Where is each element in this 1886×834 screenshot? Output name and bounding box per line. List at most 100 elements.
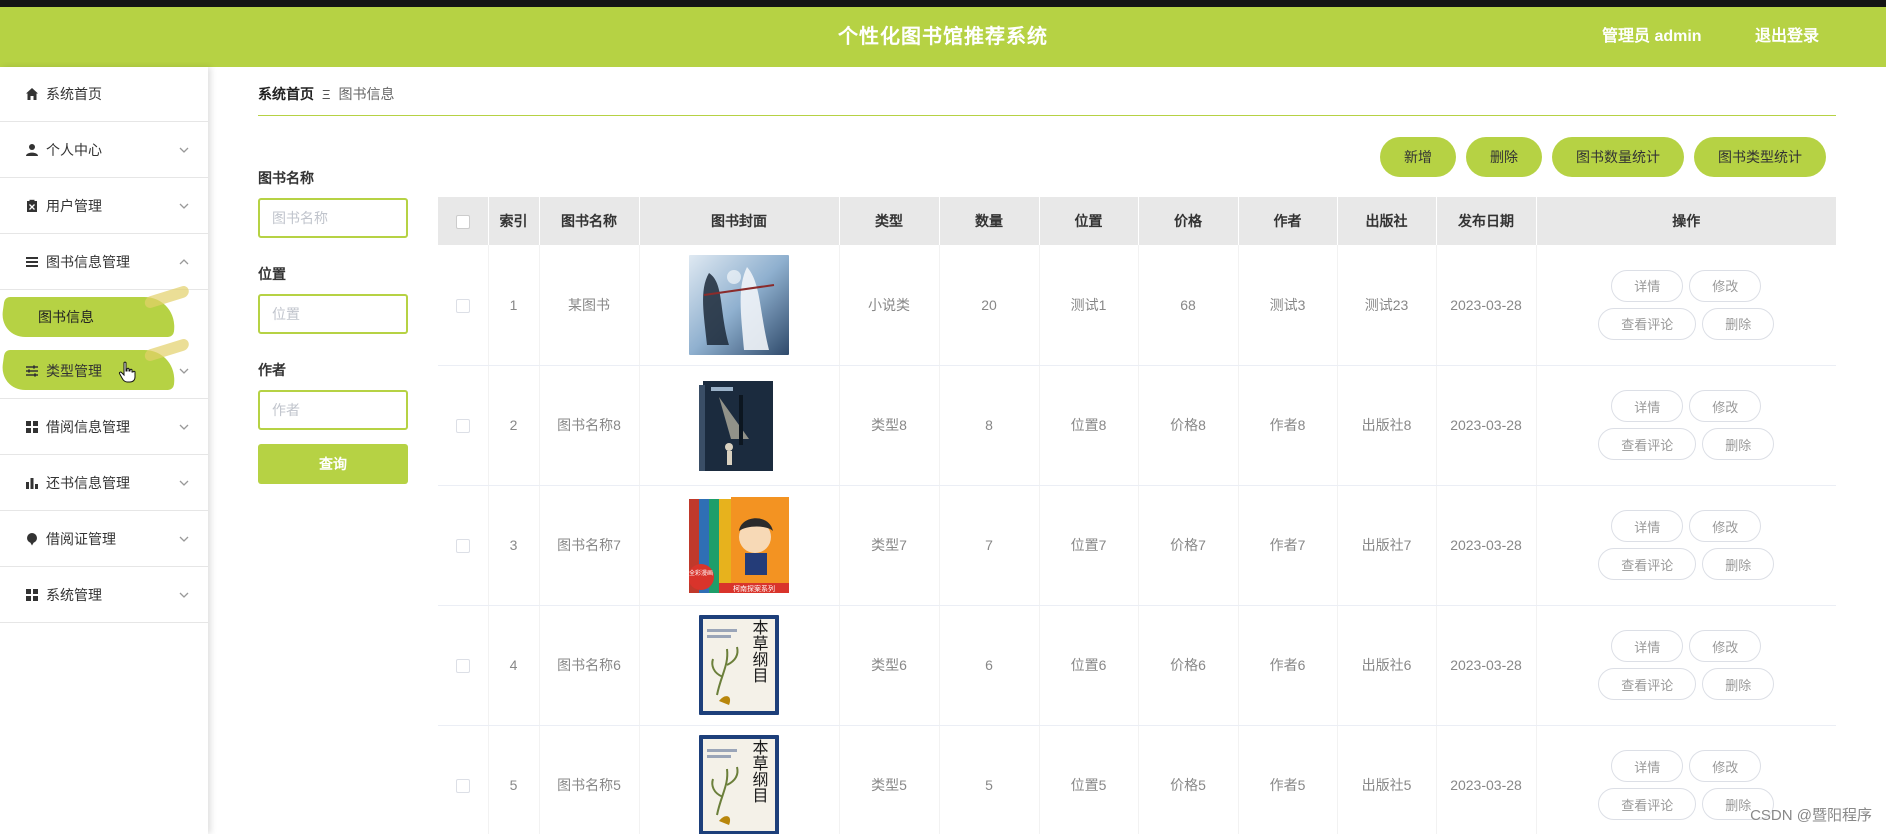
- row-actions-line: 详情 修改: [1611, 269, 1762, 302]
- view-comments-button[interactable]: 查看评论: [1598, 428, 1697, 460]
- cell-publisher: 出版社8: [1337, 365, 1437, 486]
- logout-link[interactable]: 退出登录: [1755, 7, 1819, 67]
- detail-button[interactable]: 详情: [1611, 750, 1684, 782]
- cell-publisher: 出版社5: [1337, 725, 1437, 834]
- row-select-cell: [438, 245, 489, 366]
- hand-cursor-icon: [118, 361, 136, 383]
- cell-publisher: 测试23: [1337, 245, 1437, 366]
- cell-type: 小说类: [839, 245, 940, 366]
- book-cover-image: 本草纲目: [699, 735, 779, 834]
- row-actions-line: 查看评论 删除: [1598, 307, 1775, 340]
- row-checkbox[interactable]: [455, 659, 470, 674]
- book-name-input[interactable]: [258, 198, 408, 238]
- row-select-cell: [438, 365, 489, 486]
- delete-button[interactable]: 删除: [1466, 137, 1542, 177]
- breadcrumb-separator: Ξ: [322, 86, 331, 102]
- row-delete-button[interactable]: 删除: [1702, 428, 1775, 460]
- row-delete-button[interactable]: 删除: [1702, 548, 1775, 580]
- row-actions-line: 查看评论 删除: [1598, 668, 1775, 700]
- sidebar-item-system[interactable]: 系统管理: [0, 567, 208, 623]
- list-icon: [24, 254, 40, 270]
- row-actions-cell: 详情 修改查看评论 删除: [1536, 485, 1837, 606]
- view-comments-button[interactable]: 查看评论: [1598, 548, 1697, 580]
- column-header: 图书封面: [639, 197, 840, 245]
- row-actions: 详情 修改查看评论 删除: [1537, 390, 1837, 460]
- table-row: 5 图书名称5 本草纲目 类型5 5 位置5 价格5 作者5 出版社5 2023-03-28 详…: [438, 725, 1836, 834]
- column-header: 位置: [1039, 197, 1139, 245]
- detail-button[interactable]: 详情: [1611, 630, 1684, 662]
- column-header: 类型: [839, 197, 940, 245]
- cell-price: 价格7: [1138, 485, 1239, 606]
- sidebar-item-library-card[interactable]: 借阅证管理: [0, 511, 208, 567]
- cover-cell: 本草纲目: [639, 605, 840, 726]
- book-count-stats-button[interactable]: 图书数量统计: [1552, 137, 1684, 177]
- cell-location: 位置5: [1039, 725, 1139, 834]
- edit-button[interactable]: 修改: [1689, 630, 1762, 662]
- cell-index: 1: [488, 245, 540, 366]
- grid-icon: [24, 587, 40, 603]
- book-type-stats-button[interactable]: 图书类型统计: [1694, 137, 1826, 177]
- column-header: 操作: [1536, 197, 1836, 245]
- cell-quantity: 7: [939, 485, 1040, 606]
- row-actions: 详情 修改查看评论 删除: [1537, 510, 1837, 580]
- select-all-checkbox[interactable]: [455, 215, 470, 230]
- home-icon: [24, 86, 40, 102]
- column-header: 价格: [1138, 197, 1239, 245]
- cell-quantity: 8: [939, 365, 1040, 486]
- edit-button[interactable]: 修改: [1689, 269, 1762, 302]
- view-comments-button[interactable]: 查看评论: [1598, 668, 1697, 700]
- user-icon: [24, 142, 40, 158]
- sidebar-item-label: 借阅信息管理: [46, 418, 130, 435]
- bar-chart-icon: [24, 475, 40, 491]
- row-checkbox[interactable]: [455, 298, 470, 313]
- breadcrumb-home[interactable]: 系统首页: [258, 84, 314, 104]
- edit-button[interactable]: 修改: [1689, 750, 1762, 782]
- view-comments-button[interactable]: 查看评论: [1598, 788, 1697, 820]
- row-delete-button[interactable]: 删除: [1702, 668, 1775, 700]
- sidebar-item-home[interactable]: 系统首页: [0, 67, 208, 122]
- sidebar-item-label: 类型管理: [46, 362, 102, 379]
- query-button[interactable]: 查询: [258, 444, 408, 484]
- edit-button[interactable]: 修改: [1689, 390, 1762, 422]
- cover-cell: 全彩漫画 柯南探案系列: [639, 485, 840, 606]
- column-header: 数量: [939, 197, 1040, 245]
- sidebar-item-label: 用户管理: [46, 197, 102, 214]
- sidebar-subitem-book-info[interactable]: 图书信息: [0, 290, 208, 343]
- sidebar-item-users[interactable]: 用户管理: [0, 178, 208, 234]
- row-checkbox[interactable]: [455, 539, 470, 554]
- select-all-header: [438, 197, 489, 245]
- cell-location: 位置7: [1039, 485, 1139, 606]
- cell-date: 2023-03-28: [1436, 365, 1537, 486]
- sidebar-item-personal[interactable]: 个人中心: [0, 122, 208, 178]
- row-actions-line: 详情 修改: [1611, 390, 1762, 422]
- row-checkbox[interactable]: [455, 779, 470, 794]
- cell-type: 类型6: [839, 605, 940, 726]
- sidebar-item-book-info-management[interactable]: 图书信息管理: [0, 234, 208, 290]
- row-checkbox[interactable]: [455, 419, 470, 434]
- detail-button[interactable]: 详情: [1611, 390, 1684, 422]
- sidebar-item-type-management[interactable]: 类型管理: [0, 343, 208, 399]
- cell-date: 2023-03-28: [1436, 605, 1537, 726]
- breadcrumb-divider: [258, 115, 1836, 116]
- row-actions: 详情 修改查看评论 删除: [1537, 630, 1837, 700]
- cover-cell: [639, 245, 840, 366]
- cover-cell: 本草纲目: [639, 725, 840, 834]
- detail-button[interactable]: 详情: [1611, 269, 1684, 302]
- cell-index: 2: [488, 365, 540, 486]
- sidebar-item-return-management[interactable]: 还书信息管理: [0, 455, 208, 511]
- books-table-wrapper: 索引 图书名称 图书封面 类型 数量 位置 价格 作者 出版社 发布日期 操作 …: [438, 197, 1836, 834]
- view-comments-button[interactable]: 查看评论: [1598, 307, 1697, 340]
- sidebar-item-borrow-management[interactable]: 借阅信息管理: [0, 399, 208, 455]
- row-delete-button[interactable]: 删除: [1702, 307, 1775, 340]
- add-button[interactable]: 新增: [1380, 137, 1456, 177]
- detail-button[interactable]: 详情: [1611, 510, 1684, 542]
- location-input[interactable]: [258, 294, 408, 334]
- chevron-down-icon: [179, 480, 189, 486]
- table-row: 4 图书名称6 本草纲目 类型6 6 位置6 价格6 作者6 出版社6 2023-03-28 详…: [438, 605, 1837, 726]
- book-cover-image: 本草纲目: [699, 615, 779, 715]
- herbal-title-text: 本草纲目: [750, 619, 769, 683]
- author-input[interactable]: [258, 390, 408, 430]
- header-bar: 个性化图书馆推荐系统 管理员 admin 退出登录: [0, 7, 1886, 67]
- edit-button[interactable]: 修改: [1689, 510, 1762, 542]
- row-actions-cell: 详情 修改查看评论 删除: [1536, 365, 1837, 486]
